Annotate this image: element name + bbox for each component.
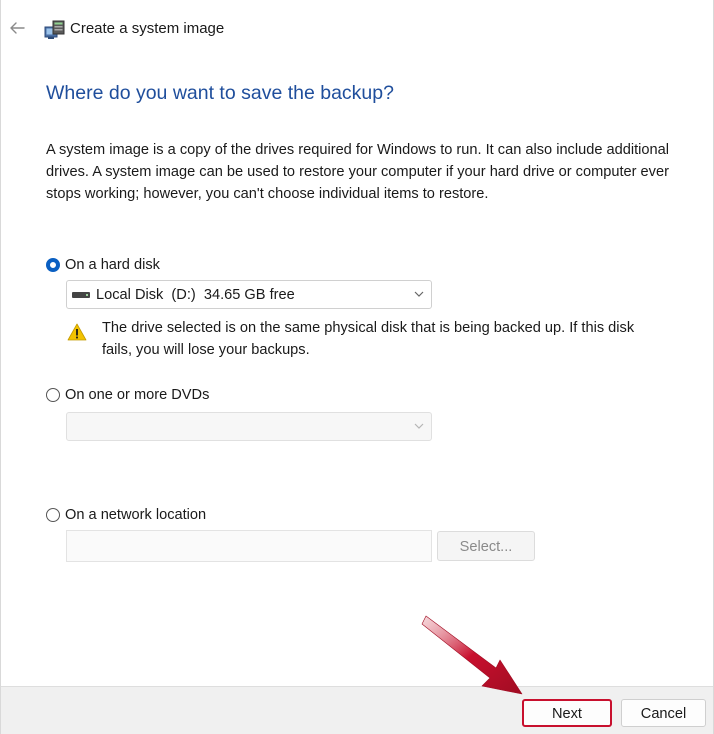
page-description: A system image is a copy of the drives r… <box>46 142 669 202</box>
radio-dvd-label: On one or more DVDs <box>65 387 210 403</box>
radio-hard-disk-label: On a hard disk <box>65 257 160 273</box>
window-border-left <box>0 0 1 734</box>
dvd-dropdown[interactable] <box>66 412 432 441</box>
radio-hard-disk-indicator[interactable] <box>46 258 60 272</box>
next-button[interactable]: Next <box>522 699 612 727</box>
warning-icon <box>67 323 87 341</box>
window-title: Create a system image <box>70 20 225 37</box>
network-location-input[interactable] <box>66 530 432 562</box>
system-image-backup-icon <box>44 20 65 39</box>
page-heading: Where do you want to save the backup? <box>46 82 394 104</box>
radio-network-label: On a network location <box>65 507 207 523</box>
cancel-button[interactable]: Cancel <box>621 699 706 727</box>
hard-disk-dropdown[interactable]: Local Disk (D:) 34.65 GB free <box>66 280 432 309</box>
radio-network[interactable]: On a network location <box>46 507 206 523</box>
back-arrow-icon[interactable] <box>8 19 26 37</box>
hard-disk-dropdown-value: Local Disk (D:) 34.65 GB free <box>96 286 295 303</box>
radio-hard-disk[interactable]: On a hard disk <box>46 257 160 273</box>
chevron-down-icon <box>414 423 424 429</box>
radio-network-indicator[interactable] <box>46 508 60 522</box>
network-select-button[interactable]: Select... <box>437 531 535 561</box>
radio-dvd-indicator[interactable] <box>46 388 60 402</box>
warning-message: The drive selected is on the same physic… <box>102 320 635 358</box>
chevron-down-icon <box>414 291 424 297</box>
radio-dvd[interactable]: On one or more DVDs <box>46 387 209 403</box>
hard-drive-icon <box>72 291 90 298</box>
